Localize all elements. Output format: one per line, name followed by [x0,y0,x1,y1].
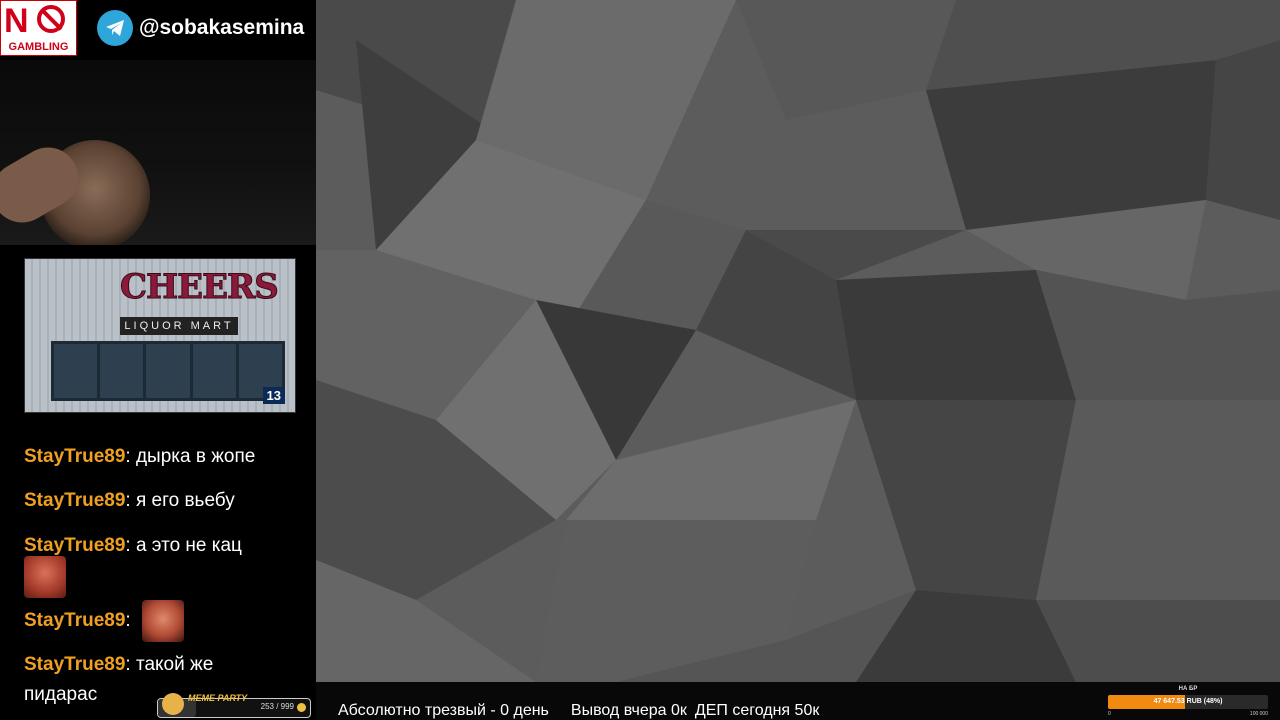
prohibited-icon [37,5,65,33]
no-gambling-badge: N GAMBLING [0,0,77,56]
coin-icon [297,703,306,712]
goal-label: НА БР [1178,686,1198,692]
deposit-info: ДЕП сегодня 50к [694,702,820,719]
chat-message: StayTrue89: дырка в жопе [24,446,255,468]
meme-party-count: 253 / 999 [260,702,294,711]
webcam-feed [0,60,316,245]
channel-logo: 13 [262,387,285,404]
chat-message: StayTrue89: [24,600,184,642]
meme-party-bar: MEME PARTY 253 / 999 [157,693,311,718]
sober-counter: Абсолютно трезвый - 0 день [338,702,549,719]
laughing-man-emote [141,600,184,642]
ticker-text: Абсолютно трезвый - 0 день Вывод вчера 0к… [338,702,841,720]
chat-text: : я его вьебу [125,490,235,511]
store-windows [51,341,285,401]
chat-emote-line [24,556,66,598]
geometric-background [316,0,1280,682]
chat-continuation: пидарас [24,684,98,705]
news-image: CHEERS LIQUOR MART 13 [24,258,296,413]
store-sign-subtitle: LIQUOR MART [120,317,238,335]
chat-text: : такой же [125,654,214,675]
info-ticker-bar: Абсолютно трезвый - 0 день Вывод вчера 0к… [316,682,1280,720]
chat-text: : а это не кац [125,535,242,556]
goal-min: 0 [1108,711,1111,717]
chat-username: StayTrue89 [24,446,126,467]
chat-message: StayTrue89: а это не кац [24,535,242,557]
chat-username: StayTrue89 [24,490,126,511]
store-sign-title: CHEERS [120,267,280,308]
stream-sidebar: N GAMBLING @sobakasemina CHEERS LIQUOR M… [0,0,316,720]
goal-max: 100 000 [1249,711,1268,717]
crying-man-emote [24,556,66,598]
goal-bar: 47 647.53 RUB (48%) [1108,695,1268,709]
chat-username: StayTrue89 [24,535,126,556]
withdraw-info: Вывод вчера 0к [570,702,687,719]
doge-icon [162,693,184,715]
telegram-link[interactable]: @sobakasemina [97,10,304,46]
store-sign: CHEERS LIQUOR MART [120,267,280,337]
goal-amount: 47 647.53 RUB (48%) [1153,698,1223,705]
telegram-handle: @sobakasemina [139,16,305,39]
chat-message: StayTrue89: такой же [24,654,213,676]
telegram-icon [97,10,133,46]
chat-username: StayTrue89 [24,610,126,632]
donation-goal: НА БР 47 647.53 RUB (48%) 0 100 000 [1108,686,1268,717]
chat-message: StayTrue89: я его вьебу [24,490,235,512]
chat-text: : [125,610,131,632]
no-gambling-label: GAMBLING [8,41,69,53]
chat-text: : дырка в жопе [125,446,256,467]
goal-range: 0 100 000 [1108,711,1268,717]
no-gambling-letter: N [4,2,29,40]
meme-party-title: MEME PARTY [188,693,248,703]
main-stream-area [316,0,1280,682]
chat-username: StayTrue89 [24,654,126,675]
